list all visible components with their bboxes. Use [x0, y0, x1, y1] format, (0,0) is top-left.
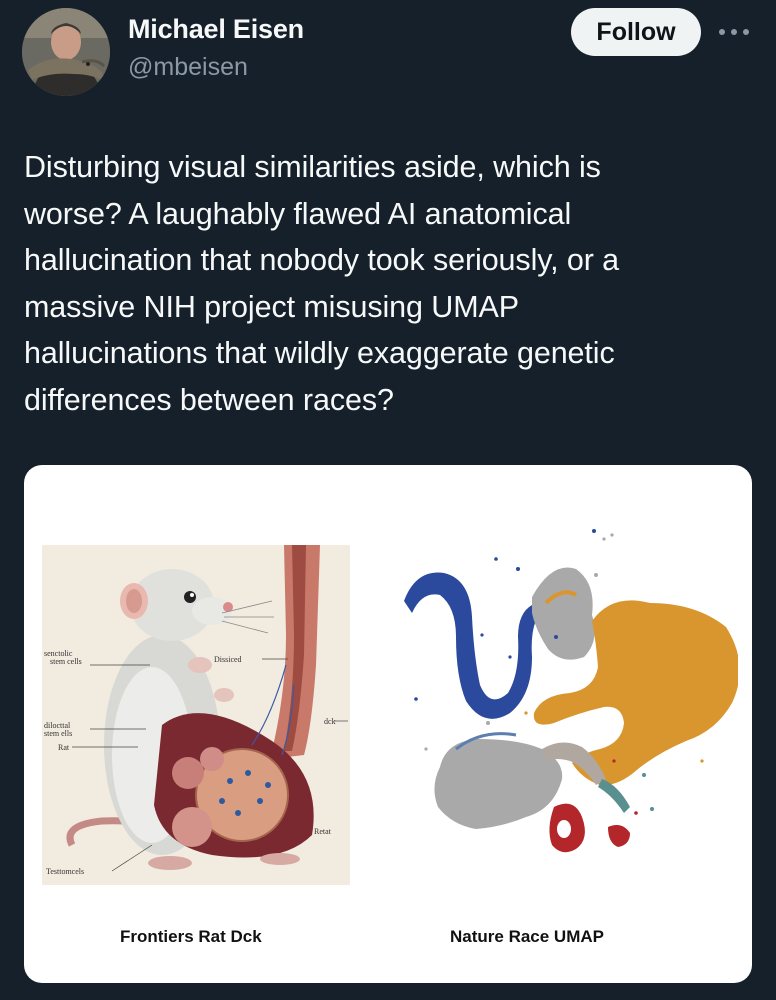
tweet-text-line: differences between races?	[24, 382, 394, 417]
author-handle[interactable]: @mbeisen	[128, 53, 248, 82]
tweet-text-line: hallucination that nobody took seriously…	[24, 243, 620, 277]
umap-plot-graphic	[404, 529, 740, 853]
rat-label: Dissiced	[214, 655, 242, 664]
profile-photo-icon	[22, 8, 110, 96]
tweet-text-line: worse? A laughably flawed AI anatomical	[24, 196, 572, 231]
rat-label: Retat	[314, 827, 331, 836]
rat-illustration: senctolic stem cells Dissiced dck diloct…	[42, 545, 372, 885]
more-horizontal-icon	[719, 29, 749, 35]
follow-button[interactable]: Follow	[571, 8, 701, 56]
rat-label: Testtomcels	[46, 867, 85, 876]
rat-label: dck	[324, 717, 336, 726]
tweet-text-line: Disturbing visual similarities aside, wh…	[24, 150, 601, 184]
tweet-media-image[interactable]: senctolic stem cells Dissiced dck diloct…	[24, 465, 752, 983]
rat-label: Rat	[58, 743, 70, 752]
rat-illustration-graphic	[42, 545, 372, 885]
author-name[interactable]: Michael Eisen	[128, 14, 304, 45]
caption-right: Nature Race UMAP	[450, 927, 604, 946]
tweet-text-line: massive NIH project misusing UMAP	[24, 289, 519, 324]
rat-label: stem cells	[50, 657, 82, 666]
tweet: Michael Eisen @mbeisen Follow Disturbing…	[0, 0, 776, 1000]
rat-label: stem ells	[44, 729, 73, 738]
more-options-button[interactable]	[712, 16, 756, 48]
author-avatar[interactable]	[22, 8, 110, 96]
tweet-text-line: hallucinations that wildly exaggerate ge…	[24, 336, 615, 370]
tweet-text: Disturbing visual similarities aside, wh…	[24, 144, 744, 423]
caption-left: Frontiers Rat Dck	[120, 927, 262, 946]
umap-plot	[386, 517, 740, 877]
